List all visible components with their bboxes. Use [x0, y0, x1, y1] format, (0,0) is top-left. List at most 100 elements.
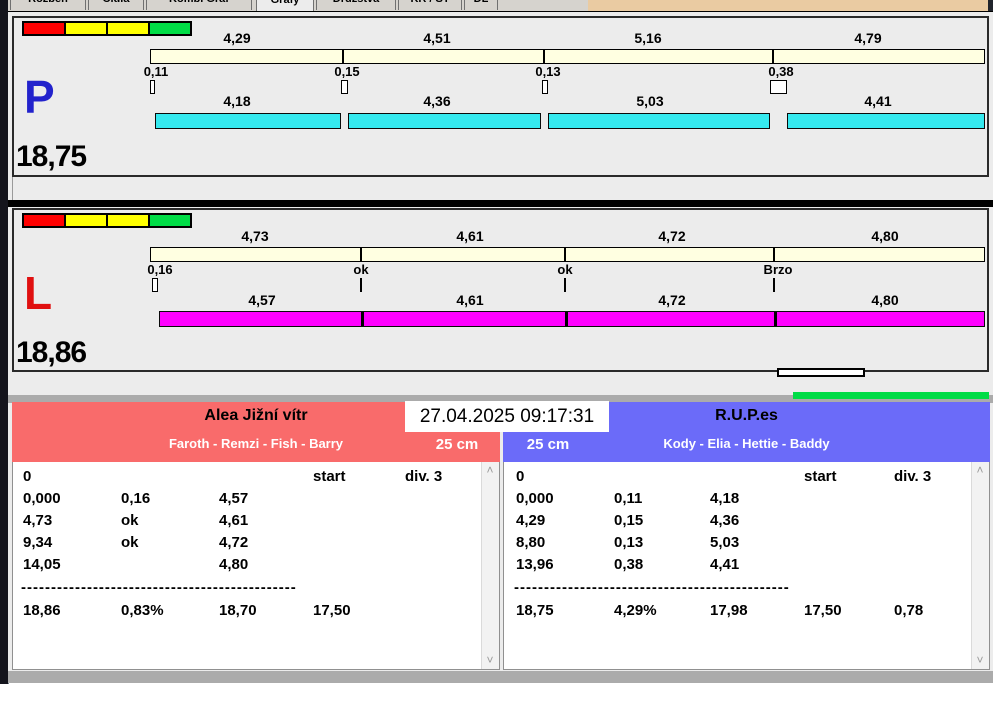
table-cell: 4,80	[219, 556, 249, 573]
scroll-down-icon[interactable]: ˅	[972, 652, 988, 669]
bottom-bar	[8, 671, 993, 683]
tab-cidla[interactable]: Čidla	[88, 0, 144, 10]
bar-divider	[564, 248, 566, 261]
l-gap4-tick	[773, 278, 775, 292]
summary-percent: 0,83%	[121, 602, 164, 619]
table-cell: 8,80	[516, 534, 546, 551]
l-leg4-net: 4,80	[871, 292, 899, 308]
l-gap1-box	[152, 278, 158, 292]
summary-diff: 0,78	[894, 602, 924, 619]
l-gap4-label: Brzo	[763, 262, 793, 277]
bar-divider	[361, 312, 364, 326]
p-leg3-bar	[548, 113, 770, 129]
l-leg2-net: 4,61	[456, 292, 484, 308]
table-cell: 4,72	[219, 534, 249, 551]
bar-divider	[342, 50, 344, 63]
l-gap2-label: ok	[353, 262, 369, 277]
light-green-icon	[148, 213, 192, 228]
scroll-up-icon[interactable]: ˄	[972, 462, 988, 479]
summary-total: 18,75	[516, 602, 554, 619]
head-div: div. 3	[894, 468, 932, 485]
table-cell: 4,29	[516, 512, 546, 529]
head-first: 0	[23, 468, 32, 485]
lane-l-panel: L 4,73 4,61 4,72 4,80 0,16 ok ok Brzo 4,…	[12, 208, 989, 372]
light-yellow2-icon	[106, 21, 150, 36]
l-leg2-total: 4,61	[456, 228, 484, 244]
table-cell: 9,34	[23, 534, 53, 551]
tab-bar: Rozběh Čidla Kombi Graf Grafy Družstva K…	[8, 0, 588, 11]
head-div: div. 3	[405, 468, 443, 485]
table-cell: 5,03	[710, 534, 740, 551]
marker-box	[777, 368, 865, 377]
tab-kombi-graf[interactable]: Kombi Graf	[146, 0, 252, 10]
l-total-bar	[150, 247, 985, 262]
head-start: start	[804, 468, 837, 485]
team-left-table: 0 start div. 3 0,000 0,16 4,57 4,73 ok 4…	[12, 462, 500, 670]
p-leg2-bar	[348, 113, 541, 129]
summary-net: 18,70	[219, 602, 257, 619]
table-cell: 0,15	[614, 512, 644, 529]
tab-kr-st[interactable]: KR / ST	[398, 0, 462, 10]
l-leg1-net: 4,57	[248, 292, 276, 308]
tab-dl[interactable]: DL	[464, 0, 498, 10]
lane-divider	[8, 200, 993, 207]
head-start: start	[313, 468, 346, 485]
p-gap2-label: 0,15	[334, 64, 360, 79]
light-yellow1-icon	[64, 213, 108, 228]
scrollbar[interactable]: ˄ ˅	[971, 462, 989, 669]
tab-druzstva[interactable]: Družstva	[316, 0, 396, 10]
p-leg4-net: 4,41	[864, 93, 892, 109]
p-gap2-box	[341, 80, 348, 94]
table-cell: 4,73	[23, 512, 53, 529]
l-gap3-label: ok	[557, 262, 573, 277]
light-red-icon	[22, 213, 66, 228]
bar-divider	[565, 312, 568, 326]
timestamp-box: 27.04.2025 09:17:31	[405, 401, 609, 432]
app-screen: Rozběh Čidla Kombi Graf Grafy Družstva K…	[0, 0, 995, 716]
scrollbar[interactable]: ˄ ˅	[481, 462, 499, 669]
table-separator: ----------------------------------------…	[514, 579, 790, 596]
l-leg1-total: 4,73	[241, 228, 269, 244]
table-cell: 4,41	[710, 556, 740, 573]
p-total-bar	[150, 49, 985, 64]
table-cell: 0,000	[23, 490, 61, 507]
scroll-up-icon[interactable]: ˄	[482, 462, 498, 479]
l-total-time: 18,86	[16, 336, 87, 369]
lane-p-panel: P 4,29 4,51 5,16 4,79 0,11 0,15 0,13 0,3…	[12, 16, 989, 177]
l-legs-bar	[159, 311, 985, 327]
light-red-icon	[22, 21, 66, 36]
tab-rozbeh[interactable]: Rozběh	[10, 0, 86, 10]
team-right-panel: R.U.P.es Kody - Elia - Hettie - Baddy 0 …	[503, 402, 990, 681]
light-yellow2-icon	[106, 213, 150, 228]
summary-limit: 17,50	[804, 602, 842, 619]
table-cell: 0,16	[121, 490, 151, 507]
table-cell: 0,13	[614, 534, 644, 551]
bar-divider	[773, 248, 775, 261]
bar-divider	[774, 312, 777, 326]
p-leg2-net: 4,36	[423, 93, 451, 109]
l-leg4-total: 4,80	[871, 228, 899, 244]
p-gap3-box	[542, 80, 548, 94]
lane-p-letter: P	[24, 71, 55, 123]
p-leg2-total: 4,51	[423, 30, 451, 46]
team-right-table: 0 start div. 3 0,000 0,11 4,18 4,29 0,15…	[503, 462, 990, 670]
tab-grafy[interactable]: Grafy	[256, 0, 314, 11]
summary-total: 18,86	[23, 602, 61, 619]
bar-divider	[543, 50, 545, 63]
l-gap3-tick	[564, 278, 566, 292]
head-first: 0	[516, 468, 525, 485]
jump-height-left: 25 cm	[435, 436, 479, 453]
p-gap1-label: 0,11	[143, 64, 169, 79]
l-gap1-label: 0,16	[147, 262, 173, 277]
p-leg1-net: 4,18	[223, 93, 251, 109]
table-cell: ok	[121, 534, 139, 551]
p-leg4-bar	[787, 113, 985, 129]
progress-bar	[793, 392, 989, 399]
light-green-icon	[148, 21, 192, 36]
background-window-strip	[588, 0, 988, 11]
scroll-down-icon[interactable]: ˅	[482, 652, 498, 669]
table-cell: 14,05	[23, 556, 61, 573]
light-yellow1-icon	[64, 21, 108, 36]
l-gap2-tick	[360, 278, 362, 292]
p-leg3-net: 5,03	[636, 93, 664, 109]
